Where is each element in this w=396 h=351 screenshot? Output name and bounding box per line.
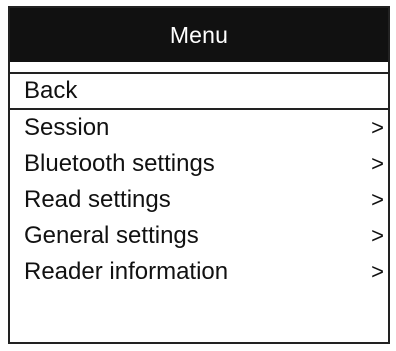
chevron-right-icon: > bbox=[371, 187, 384, 212]
menu-item-session[interactable]: Session > bbox=[10, 110, 388, 146]
menu-item-bluetooth-settings[interactable]: Bluetooth settings > bbox=[10, 146, 388, 182]
chevron-right-icon: > bbox=[371, 259, 384, 284]
menu-item-label: Read settings bbox=[24, 186, 171, 213]
menu-list: Back Session > Bluetooth settings > Read… bbox=[10, 72, 388, 290]
menu-item-general-settings[interactable]: General settings > bbox=[10, 218, 388, 254]
menu-item-read-settings[interactable]: Read settings > bbox=[10, 182, 388, 218]
menu-item-label: General settings bbox=[24, 222, 199, 249]
menu-item-label: Bluetooth settings bbox=[24, 150, 215, 177]
title-separator bbox=[10, 62, 388, 72]
chevron-right-icon: > bbox=[371, 115, 384, 140]
device-screen: Menu Back Session > Bluetooth settings >… bbox=[8, 6, 390, 344]
menu-item-back[interactable]: Back bbox=[10, 72, 388, 110]
menu-item-label: Reader information bbox=[24, 258, 229, 285]
menu-item-label: Back bbox=[24, 77, 78, 104]
menu-item-reader-information[interactable]: Reader information > bbox=[10, 254, 388, 290]
chevron-right-icon: > bbox=[371, 151, 384, 176]
menu-title-bar: Menu bbox=[10, 8, 388, 62]
menu-title: Menu bbox=[169, 21, 229, 48]
chevron-right-icon: > bbox=[371, 223, 384, 248]
menu-item-label: Session bbox=[24, 114, 110, 141]
